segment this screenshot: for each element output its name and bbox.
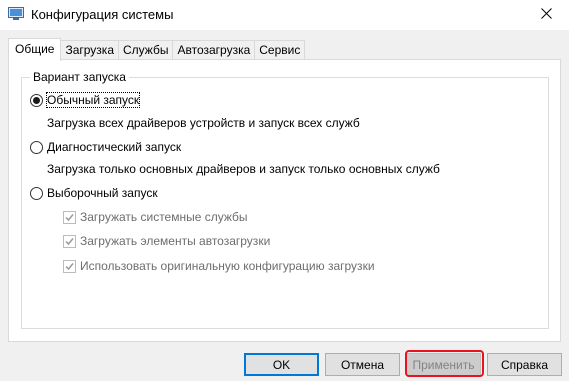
cancel-button[interactable]: Отмена: [325, 353, 400, 376]
use-original-boot-config-checkbox: [63, 259, 76, 273]
diagnostic-startup-radio[interactable]: [30, 140, 43, 154]
apply-button: Применить: [406, 353, 481, 376]
selective-startup-option[interactable]: Выборочный запуск: [30, 185, 158, 201]
use-original-boot-config-label: Использовать оригинальную конфигурацию з…: [80, 259, 375, 273]
general-tab-panel: Вариант запуска Обычный запуск Загрузка …: [8, 59, 561, 342]
ok-button[interactable]: OK: [244, 353, 319, 376]
use-original-boot-config-option: Использовать оригинальную конфигурацию з…: [63, 258, 375, 274]
load-startup-items-option: Загружать элементы автозагрузки: [63, 233, 270, 249]
diagnostic-startup-description: Загрузка только основных драйверов и зап…: [47, 162, 440, 176]
load-startup-items-label: Загружать элементы автозагрузки: [80, 234, 271, 248]
tab-tools[interactable]: Сервис: [254, 40, 306, 60]
startup-selection-group: Вариант запуска Обычный запуск Загрузка …: [21, 70, 549, 329]
diagnostic-startup-option[interactable]: Диагностический запуск: [30, 139, 181, 155]
normal-startup-description: Загрузка всех драйверов устройств и запу…: [47, 116, 360, 130]
window-title: Конфигурация системы: [31, 7, 174, 22]
checkmark-icon: [65, 262, 74, 270]
load-system-services-option: Загружать системные службы: [63, 209, 248, 225]
tab-boot[interactable]: Загрузка: [60, 40, 119, 60]
tab-services[interactable]: Службы: [118, 40, 174, 60]
tab-general[interactable]: Общие: [8, 38, 62, 61]
normal-startup-label[interactable]: Обычный запуск: [45, 92, 141, 108]
system-config-icon: [8, 7, 24, 21]
help-button[interactable]: Справка: [487, 353, 562, 376]
diagnostic-startup-label[interactable]: Диагностический запуск: [47, 140, 181, 154]
load-startup-items-checkbox: [63, 234, 76, 248]
title-bar: Конфигурация системы: [0, 0, 569, 30]
normal-startup-option[interactable]: Обычный запуск: [30, 92, 141, 108]
load-system-services-checkbox: [63, 210, 76, 224]
tab-strip: Общие Загрузка Службы Автозагрузка Серви…: [8, 38, 306, 61]
group-title: Вариант запуска: [30, 70, 129, 84]
close-button[interactable]: [523, 0, 569, 30]
checkmark-icon: [65, 213, 74, 221]
load-system-services-label: Загружать системные службы: [80, 210, 248, 224]
selective-startup-label[interactable]: Выборочный запуск: [47, 186, 158, 200]
selective-startup-radio[interactable]: [30, 186, 43, 200]
tab-startup[interactable]: Автозагрузка: [172, 40, 256, 60]
normal-startup-radio[interactable]: [30, 93, 43, 107]
close-icon: [540, 8, 552, 22]
checkmark-icon: [65, 237, 74, 245]
